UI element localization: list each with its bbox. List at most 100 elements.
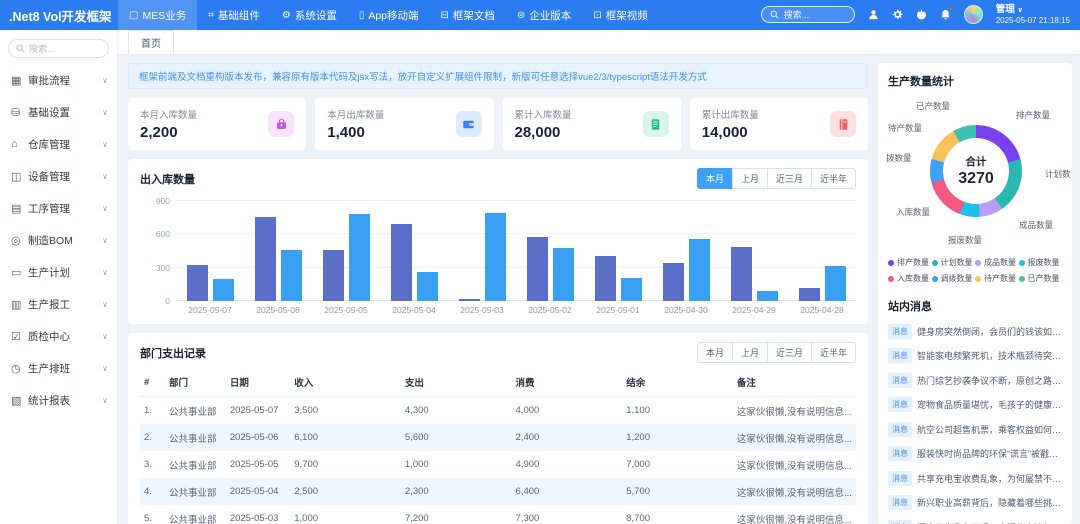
- book-icon: [830, 111, 856, 137]
- table-cell: 7,000: [626, 459, 650, 470]
- tab-home[interactable]: 首页: [128, 30, 174, 54]
- nav-item-企业版本[interactable]: ⊜ 企业版本: [506, 0, 582, 30]
- x-axis-label: 2025-04-29: [732, 305, 776, 315]
- legend-label: 成品数量: [984, 258, 1016, 267]
- filter-button-本月[interactable]: 本月: [696, 168, 733, 189]
- stat-card-label: 累计入库数量: [514, 110, 572, 121]
- sidebar-item-仓库管理[interactable]: ⌂ 仓库管理 ∨: [0, 128, 117, 160]
- message-tag: 消息: [888, 397, 912, 412]
- donut-callout: 拨数量: [886, 153, 912, 163]
- bar-group: [652, 201, 720, 301]
- bar-group: [380, 201, 448, 301]
- gear-icon[interactable]: [892, 9, 903, 20]
- message-text: 服装快时尚品牌的环保“谎言”被戳破？: [917, 449, 1062, 459]
- filter-button-近三月[interactable]: 近三月: [766, 168, 812, 189]
- chevron-down-icon: ∨: [102, 203, 108, 213]
- gear-icon: ⚙: [281, 9, 291, 21]
- filter-button-近半年[interactable]: 近半年: [810, 168, 856, 189]
- sidebar-item-设备管理[interactable]: ◫ 设备管理 ∨: [0, 160, 117, 192]
- filter-button-近半年[interactable]: 近半年: [810, 342, 856, 363]
- io-chart-panel: 出入库数量 本月 上月 近三月 近半年 0 300 600 900 2025-05-07 20…: [128, 159, 868, 324]
- sidebar-search-input[interactable]: 搜索...: [8, 39, 109, 58]
- table-cell: 2025-05-03: [229, 513, 279, 524]
- filter-button-上月[interactable]: 上月: [731, 168, 768, 189]
- message-item[interactable]: 消息航空公司超售机票，乘客权益如何保障？: [888, 421, 1062, 437]
- table-cell: 5,600: [404, 432, 429, 443]
- nav-item-label: 系统设置: [294, 9, 337, 22]
- table-cell: 公共事业部: [169, 514, 217, 524]
- announcement-bar: 框架前端及文档重构版本发布，兼容原有版本代码及jsx写法，放开自定义扩展组件限制…: [128, 63, 868, 89]
- user-menu[interactable]: 管理 ∨ 2025-05-07 21:18:15: [996, 4, 1070, 25]
- nav-item-框架视频[interactable]: ⊡ 框架视频: [582, 0, 658, 30]
- legend-dot: [975, 259, 981, 266]
- sidebar-item-生产报工[interactable]: ▥ 生产报工 ∨: [0, 288, 117, 320]
- report-icon: ▥: [11, 298, 22, 311]
- legend-label: 入库数量: [897, 274, 929, 283]
- sidebar-item-label: 质检中心: [28, 330, 70, 343]
- message-item[interactable]: 消息 共享充电宝收费乱象，为何屡禁不止？: [888, 470, 1062, 486]
- sidebar-item-生产计划[interactable]: ▭ 生产计划 ∨: [0, 256, 117, 288]
- brackets-icon: ⌗: [208, 9, 214, 21]
- message-item[interactable]: 消息宠物食品质量堪忧，毛孩子的健康谁守护？: [888, 397, 1062, 412]
- bar-出库: [620, 278, 642, 301]
- table-cell: 1.: [144, 405, 152, 416]
- chevron-down-icon: ∨: [102, 331, 108, 341]
- nav-item-App移动端[interactable]: ▯ App移动端: [348, 0, 430, 30]
- nav-item-MES业务[interactable]: ▢ MES业务: [118, 0, 198, 30]
- nav-item-系统设置[interactable]: ⚙ 系统设置: [271, 0, 348, 30]
- table-cell: 2025-05-06: [229, 432, 279, 443]
- message-item[interactable]: 消息 酒店卫生乱象又现，出门住宿该如何选？: [888, 519, 1062, 524]
- bar-group: [720, 201, 788, 301]
- nav-item-label: MES业务: [142, 9, 187, 22]
- power-icon[interactable]: [916, 9, 927, 20]
- content-column: 框架前端及文档重构版本发布，兼容原有版本代码及jsx写法，放开自定义扩展组件限制…: [118, 55, 878, 524]
- table-row: 5. 公共事业部 2025-05-03 1,000 7,200 7,300 8,700 这家伙…: [140, 505, 856, 524]
- column-header-日期: 日期: [225, 368, 291, 397]
- nav-item-框架文档[interactable]: ⊟ 框架文档: [430, 0, 506, 30]
- bar-group: [448, 201, 516, 301]
- production-title: 生产数量统计: [888, 76, 954, 88]
- table-cell: 2.: [144, 432, 152, 443]
- bar-入库: [798, 287, 820, 301]
- sidebar-item-统计报表[interactable]: ▧ 统计报表 ∨: [0, 384, 117, 416]
- sidebar-item-生产排班[interactable]: ◷ 生产排班 ∨: [0, 352, 117, 384]
- bag-icon: [268, 111, 295, 137]
- sidebar-item-基础设置[interactable]: ⛁ 基础设置 ∨: [0, 96, 117, 128]
- column-header-消费: 消费: [511, 368, 623, 397]
- y-axis-tick: 0: [165, 296, 170, 306]
- message-item[interactable]: 消息健身房突然倒闭，会员们的钱该如何追回？: [888, 323, 1062, 339]
- table-cell: 2025-05-07: [229, 405, 279, 416]
- y-axis-tick: 600: [155, 229, 170, 240]
- table-cell: 6,400: [515, 486, 540, 497]
- filter-button-本月[interactable]: 本月: [696, 342, 733, 363]
- sidebar-item-审批流程[interactable]: ▦ 审批流程 ∨: [0, 64, 117, 96]
- avatar[interactable]: [963, 5, 983, 25]
- filter-button-近三月[interactable]: 近三月: [766, 342, 812, 363]
- message-item[interactable]: 消息 新兴职业高薪背后，隐藏着哪些挑战？: [888, 495, 1062, 510]
- filter-button-上月[interactable]: 上月: [731, 342, 768, 363]
- sidebar-item-制造BOM[interactable]: ◎ 制造BOM ∨: [0, 224, 117, 256]
- user-icon[interactable]: [868, 9, 879, 20]
- nav-item-基础组件[interactable]: ⌗ 基础组件: [197, 0, 271, 30]
- sidebar-item-label: 设备管理: [28, 170, 70, 183]
- production-donut: 合计 3270: [930, 125, 1022, 217]
- sidebar-item-工序管理[interactable]: ▤ 工序管理 ∨: [0, 192, 117, 224]
- bar-入库: [730, 246, 752, 301]
- message-item[interactable]: 消息热门综艺抄袭争议不断，原创之路在何方？: [888, 372, 1062, 388]
- stat-card-text: 累计入库数量 28,000: [515, 107, 572, 141]
- bar-group: [244, 201, 312, 301]
- sidebar-item-质检中心[interactable]: ☑ 质检中心 ∨: [0, 320, 117, 352]
- table-cell: 这家伙很懒,没有说明信息...: [736, 406, 852, 418]
- navbar-search-input[interactable]: 搜索...: [760, 6, 855, 24]
- table-cell: 2025-05-04: [229, 486, 279, 497]
- message-item[interactable]: 消息 智能家电频繁死机，技术瓶颈待突破？: [888, 348, 1062, 363]
- table-cell: 5.: [144, 513, 152, 524]
- navbar-search-placeholder: 搜索...: [783, 10, 810, 21]
- bell-icon[interactable]: [940, 6, 954, 20]
- table-row: 4. 公共事业部 2025-05-04 2,500 2,300 6,400 5,700 这家伙…: [140, 478, 856, 505]
- stats-icon: ▧: [11, 394, 22, 407]
- table-cell: 这家伙很懒,没有说明信息...: [736, 514, 852, 524]
- message-item[interactable]: 消息 服装快时尚品牌的环保“谎言”被戳破？: [888, 446, 1062, 461]
- schedule-icon: ◷: [11, 362, 21, 375]
- legend-item-待产数量: 待产数量: [975, 273, 1019, 284]
